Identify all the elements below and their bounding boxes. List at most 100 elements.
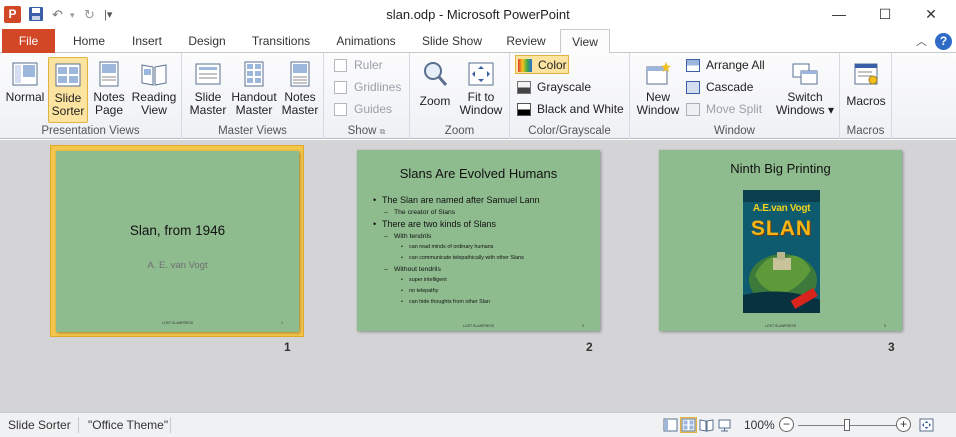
- slide-number-1: 1: [284, 340, 291, 354]
- switch-windows-button[interactable]: Switch Windows ▾: [772, 57, 838, 119]
- slide-thumbnail-3[interactable]: Ninth Big Printing A.E.van Vogt SLAN LOS…: [659, 150, 902, 331]
- slide-1-footer: LOST SLANPRESS: [161, 321, 194, 325]
- tab-slide-show[interactable]: Slide Show: [414, 29, 490, 53]
- move-split-button[interactable]: Move Split: [684, 100, 768, 119]
- fit-to-window-button[interactable]: Fit to Window: [458, 57, 504, 119]
- group-color-grayscale: Color Grayscale Black and White Color/Gr…: [510, 53, 630, 139]
- normal-view-label: Normal: [5, 90, 45, 104]
- slide-thumbnail-1[interactable]: Slan, from 1946 A. E. van Vogt LOST SLAN…: [56, 151, 299, 332]
- tab-home[interactable]: Home: [66, 29, 112, 53]
- macros-label: Macros: [846, 94, 886, 108]
- guides-checkbox[interactable]: Guides: [332, 100, 406, 119]
- tab-transitions[interactable]: Transitions: [244, 29, 318, 53]
- slide-sorter-pane[interactable]: Slan, from 1946 A. E. van Vogt LOST SLAN…: [0, 140, 956, 412]
- group-zoom: Zoom Fit to Window Zoom: [410, 53, 510, 139]
- collapse-ribbon-icon[interactable]: ︿: [916, 33, 927, 49]
- tab-view[interactable]: View: [560, 29, 610, 54]
- group-master-views: Slide Master Handout Master Notes Master…: [182, 53, 324, 139]
- slide-2-bullet: The creator of Slans: [371, 207, 591, 218]
- handout-master-label-2: Master: [235, 103, 273, 117]
- slide-master-button[interactable]: Slide Master: [188, 57, 228, 119]
- macros-button[interactable]: Macros: [844, 57, 888, 119]
- cascade-button[interactable]: Cascade: [684, 78, 768, 97]
- zoom-label: Zoom: [419, 94, 451, 108]
- slide-thumbnail-2[interactable]: Slans Are Evolved Humans The Slan are na…: [357, 150, 600, 331]
- help-icon[interactable]: ?: [935, 33, 952, 50]
- fit-to-window-icon: [468, 62, 494, 86]
- dialog-launcher-icon[interactable]: ⧉: [380, 127, 386, 136]
- notes-master-button[interactable]: Notes Master: [280, 57, 320, 119]
- slide-2-bullet: There are two kinds of Slans: [371, 218, 591, 231]
- black-and-white-button[interactable]: Black and White: [515, 100, 629, 119]
- status-bar: Slide Sorter "Office Theme" 100% − +: [0, 412, 956, 437]
- slide-master-label-2: Master: [189, 103, 227, 117]
- group-window: New Window Arrange All Cascade Move Spli…: [630, 53, 840, 139]
- group-label-show: Show ⧉: [347, 125, 386, 137]
- fit-slide-to-window-button[interactable]: [918, 417, 935, 433]
- status-view-name: Slide Sorter: [8, 418, 71, 432]
- slide-2-footer: LOST SLANPRESS: [462, 324, 495, 328]
- close-button[interactable]: ✕: [908, 0, 954, 29]
- notes-page-label-2: Page: [94, 103, 124, 117]
- slide-1-title: Slan, from 1946: [129, 223, 226, 238]
- title-bar: P ↶ ▾ ↻ |▾ slan.odp - Microsoft PowerPoi…: [0, 0, 956, 29]
- magnifier-icon: [424, 62, 448, 86]
- move-split-icon: [686, 103, 700, 116]
- group-show: Ruler Gridlines Guides Show ⧉: [324, 53, 410, 139]
- tab-design[interactable]: Design: [180, 29, 234, 53]
- move-split-label: Move Split: [706, 102, 763, 116]
- slide-1-subtitle: A. E. van Vogt: [147, 260, 208, 271]
- minimize-button[interactable]: —: [816, 0, 862, 29]
- gridlines-checkbox[interactable]: Gridlines: [332, 78, 406, 97]
- normal-view-status-button[interactable]: [662, 417, 679, 433]
- slide-sorter-icon: [55, 63, 81, 87]
- slide-2-bullet: With tendrils: [371, 231, 591, 242]
- book-cover-title: SLAN: [750, 217, 813, 240]
- group-label-master-views: Master Views: [218, 125, 287, 137]
- zoom-in-button[interactable]: +: [896, 417, 911, 432]
- new-window-button[interactable]: New Window: [634, 57, 682, 119]
- ruler-checkbox[interactable]: Ruler: [332, 56, 406, 75]
- book-cover-author: A.E.van Vogt: [752, 203, 811, 214]
- normal-view-button[interactable]: Normal: [4, 57, 46, 119]
- slide-show-status-button[interactable]: [716, 417, 733, 433]
- color-button[interactable]: Color: [515, 55, 569, 74]
- tab-insert[interactable]: Insert: [122, 29, 172, 53]
- arrange-all-button[interactable]: Arrange All: [684, 56, 768, 75]
- notes-page-button[interactable]: Notes Page: [90, 57, 128, 119]
- reading-view-status-button[interactable]: [698, 417, 715, 433]
- slide-thumbnail-1-selection[interactable]: Slan, from 1946 A. E. van Vogt LOST SLAN…: [50, 145, 304, 337]
- ribbon: Normal Slide Sorter Notes Page Reading V…: [0, 53, 956, 139]
- slide-sorter-button[interactable]: Slide Sorter: [48, 57, 88, 123]
- notes-master-label-2: Master: [281, 103, 319, 117]
- notes-page-icon: [99, 61, 119, 87]
- group-label-macros: Macros: [846, 125, 885, 137]
- zoom-button[interactable]: Zoom: [416, 57, 454, 119]
- maximize-button[interactable]: ☐: [862, 0, 908, 29]
- cascade-icon: [686, 81, 700, 94]
- slide-sorter-status-button[interactable]: [680, 417, 697, 433]
- tab-review[interactable]: Review: [500, 29, 552, 53]
- slide-2-bullet: Without tendrils: [371, 264, 591, 275]
- notes-master-icon: [290, 61, 310, 87]
- tab-animations[interactable]: Animations: [328, 29, 404, 53]
- group-label-presentation-views: Presentation Views: [41, 125, 140, 137]
- slide-2-bullet: can hide thoughts from other Slan: [371, 297, 591, 308]
- color-swatch-icon: [518, 59, 532, 72]
- zoom-slider-thumb[interactable]: [844, 419, 850, 431]
- status-separator: [78, 417, 79, 433]
- tab-file[interactable]: File: [2, 29, 55, 53]
- slide-2-bullet: can read minds of ordinary humans: [371, 242, 591, 253]
- reading-view-label-2: View: [141, 103, 167, 117]
- black-white-icon: [517, 103, 531, 116]
- zoom-level[interactable]: 100%: [744, 418, 775, 432]
- slide-number-2: 2: [586, 340, 593, 354]
- handout-master-button[interactable]: Handout Master: [230, 57, 278, 119]
- book-cover-image: A.E.van Vogt SLAN: [743, 190, 820, 313]
- status-theme-name[interactable]: "Office Theme": [88, 418, 168, 432]
- slide-1-page-number: 1: [281, 321, 283, 325]
- reading-view-button[interactable]: Reading View: [130, 57, 178, 119]
- zoom-out-button[interactable]: −: [779, 417, 794, 432]
- grayscale-button[interactable]: Grayscale: [515, 78, 625, 97]
- slide-3-title: Ninth Big Printing: [730, 161, 831, 176]
